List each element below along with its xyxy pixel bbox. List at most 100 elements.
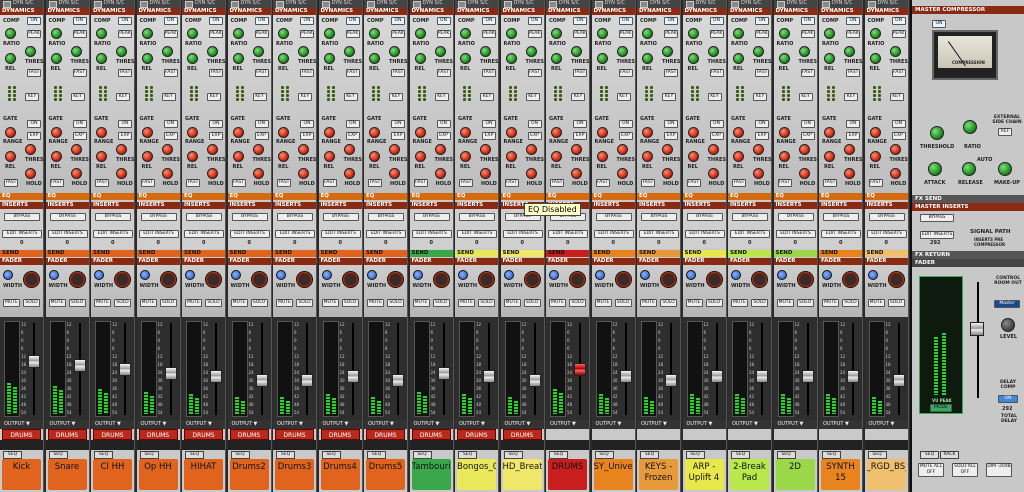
comp-on-button[interactable]: ON bbox=[482, 17, 496, 25]
thres-knob[interactable] bbox=[343, 46, 355, 57]
exp-button[interactable]: EXP bbox=[209, 132, 223, 140]
thres-knob[interactable] bbox=[116, 46, 127, 57]
width-knob[interactable] bbox=[276, 270, 286, 280]
key-button[interactable]: KEY bbox=[707, 93, 722, 101]
output-selector[interactable]: OUTPUT ▼ bbox=[500, 420, 544, 429]
control-room-level-knob[interactable] bbox=[1001, 318, 1015, 332]
range-knob[interactable] bbox=[460, 127, 471, 138]
solo-button[interactable]: SOLO bbox=[159, 299, 177, 307]
exp-button[interactable]: EXP bbox=[573, 132, 587, 140]
channel-name[interactable]: ARP - Uplift 4 bbox=[684, 459, 724, 490]
gate-fast-button[interactable]: FAST bbox=[550, 179, 564, 187]
peak-button[interactable]: PEAK bbox=[573, 30, 587, 38]
eq-header[interactable]: EQ bbox=[45, 193, 89, 200]
pan-knob[interactable] bbox=[751, 271, 768, 288]
mute-button[interactable]: MUTE bbox=[867, 299, 885, 307]
width-knob[interactable] bbox=[458, 270, 468, 280]
fast-button[interactable]: FAST bbox=[800, 69, 815, 77]
ratio-knob[interactable] bbox=[963, 120, 977, 134]
pan-knob[interactable] bbox=[887, 271, 905, 288]
hold-knob[interactable] bbox=[70, 168, 82, 179]
fader-cap[interactable] bbox=[73, 359, 86, 372]
bypass-button[interactable]: BYPASS bbox=[641, 213, 677, 221]
thres-knob[interactable] bbox=[480, 46, 491, 57]
mute-button[interactable]: MUTE bbox=[139, 299, 157, 307]
ratio-knob[interactable] bbox=[733, 28, 744, 39]
channel-name[interactable]: HD_Breaths_Breath_D bbox=[502, 459, 542, 490]
dyn-sc-toggle[interactable] bbox=[321, 1, 330, 8]
eq-header[interactable]: EQ bbox=[455, 193, 498, 200]
thres-knob[interactable] bbox=[70, 46, 82, 57]
output-destination[interactable]: DRUMS bbox=[2, 429, 41, 440]
output-selector[interactable]: OUTPUT ▼ bbox=[591, 420, 635, 429]
pan-knob[interactable] bbox=[387, 271, 404, 288]
key-button[interactable]: KEY bbox=[525, 93, 540, 101]
range-knob[interactable] bbox=[505, 127, 517, 138]
hold-knob[interactable] bbox=[161, 168, 173, 179]
solo-button[interactable]: SOLO bbox=[205, 299, 222, 307]
comp-on-button[interactable]: ON bbox=[436, 17, 451, 25]
edit-inserts-button[interactable]: EDIT INSERTS bbox=[229, 230, 270, 238]
ratio-knob[interactable] bbox=[596, 28, 608, 39]
comp-on-button[interactable]: ON bbox=[573, 17, 587, 25]
rel-knob[interactable] bbox=[824, 53, 835, 64]
comp-on-button[interactable]: ON bbox=[300, 17, 314, 25]
gate-on-button[interactable]: ON bbox=[254, 120, 269, 128]
gate-on-button[interactable]: ON bbox=[436, 120, 451, 128]
fast-button[interactable]: FAST bbox=[391, 69, 405, 77]
fast-button[interactable]: FAST bbox=[345, 69, 360, 77]
width-knob[interactable] bbox=[412, 270, 423, 280]
range-knob[interactable] bbox=[369, 127, 380, 138]
mute-button[interactable]: MUTE bbox=[94, 299, 111, 307]
solo-button[interactable]: SOLO bbox=[296, 299, 313, 307]
hold-knob[interactable] bbox=[525, 168, 537, 179]
output-selector[interactable]: OUTPUT ▼ bbox=[0, 420, 43, 429]
gate-on-button[interactable]: ON bbox=[800, 120, 815, 128]
gate-thres-knob[interactable] bbox=[252, 144, 264, 155]
fader-cap[interactable] bbox=[710, 370, 723, 384]
ratio-knob[interactable] bbox=[323, 28, 335, 39]
fader-cap[interactable] bbox=[528, 374, 541, 388]
channel-name[interactable]: _RGD_BS_SP- bbox=[866, 459, 906, 490]
eq-header[interactable]: EQ bbox=[546, 193, 589, 200]
dyn-sc-toggle[interactable] bbox=[367, 1, 375, 8]
dyn-sc-toggle[interactable] bbox=[3, 1, 11, 8]
bypass-button[interactable]: BYPASS bbox=[4, 213, 40, 221]
seq-button[interactable]: SEQ bbox=[731, 451, 750, 459]
output-destination[interactable]: DRUMS bbox=[411, 429, 451, 440]
hold-knob[interactable] bbox=[389, 168, 400, 179]
gate-thres-knob[interactable] bbox=[25, 144, 36, 155]
mute-button[interactable]: MUTE bbox=[731, 299, 748, 307]
range-knob[interactable] bbox=[551, 127, 562, 138]
comp-on-button[interactable]: ON bbox=[709, 17, 724, 25]
solo-all-off-button[interactable]: SOLO ALL OFF bbox=[952, 463, 978, 477]
gate-fast-button[interactable]: FAST bbox=[368, 179, 382, 187]
output-selector[interactable]: OUTPUT ▼ bbox=[364, 420, 407, 429]
gate-thres-knob[interactable] bbox=[480, 144, 491, 155]
key-button[interactable]: KEY bbox=[389, 93, 403, 101]
mute-button[interactable]: MUTE bbox=[48, 299, 66, 307]
dyn-sc-toggle[interactable] bbox=[867, 1, 876, 8]
solo-button[interactable]: SOLO bbox=[660, 299, 677, 307]
gate-on-button[interactable]: ON bbox=[300, 120, 314, 128]
gate-on-button[interactable]: ON bbox=[482, 120, 496, 128]
fader-cap[interactable] bbox=[574, 362, 586, 376]
fast-button[interactable]: FAST bbox=[891, 69, 906, 77]
edit-inserts-button[interactable]: EDIT INSERTS bbox=[93, 230, 133, 238]
solo-button[interactable]: SOLO bbox=[387, 299, 404, 307]
output-destination[interactable] bbox=[639, 429, 678, 440]
master-fader-cap[interactable] bbox=[970, 322, 984, 336]
key-button[interactable]: KEY bbox=[116, 93, 130, 101]
exp-button[interactable]: EXP bbox=[482, 132, 496, 140]
gate-fast-button[interactable]: FAST bbox=[186, 179, 200, 187]
output-destination[interactable]: DRUMS bbox=[229, 429, 269, 440]
gate-thres-knob[interactable] bbox=[525, 144, 537, 155]
seq-button[interactable]: SEQ bbox=[867, 451, 887, 459]
comp-on-button[interactable]: ON bbox=[391, 17, 405, 25]
gate-thres-knob[interactable] bbox=[70, 144, 82, 155]
exp-button[interactable]: EXP bbox=[664, 132, 678, 140]
mute-button[interactable]: MUTE bbox=[321, 299, 339, 307]
width-knob[interactable] bbox=[822, 270, 832, 280]
hold-knob[interactable] bbox=[343, 168, 355, 179]
output-destination[interactable] bbox=[685, 429, 724, 440]
